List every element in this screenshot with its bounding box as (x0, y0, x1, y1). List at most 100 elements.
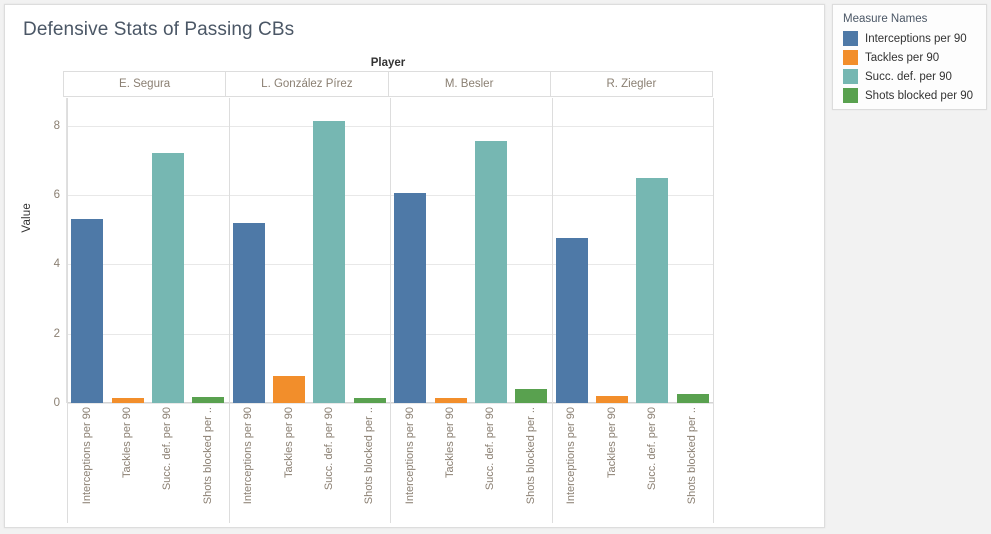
x-axis-label-text: Succ. def. per 90 (161, 407, 174, 491)
x-axis-label[interactable]: Succ. def. per 90 (309, 404, 349, 524)
y-axis-tick-label: 0 (53, 397, 60, 409)
x-axis-label[interactable]: Shots blocked per .. (673, 404, 713, 524)
x-axis-label-text: Shots blocked per .. (524, 407, 537, 505)
x-axis-label-text: Tackles per 90 (444, 407, 457, 478)
x-axis-label[interactable]: Interceptions per 90 (552, 404, 592, 524)
panel-header-label: M. Besler (444, 78, 494, 90)
bar-mark[interactable] (111, 398, 144, 403)
x-axis-label[interactable]: Tackles per 90 (430, 404, 470, 524)
bar-mark[interactable] (596, 396, 629, 403)
bar-mark[interactable] (515, 389, 548, 403)
bar-panel-1 (67, 98, 229, 403)
panel-header-2[interactable]: L. González Pírez (226, 72, 389, 96)
x-axis-label[interactable]: Tackles per 90 (107, 404, 147, 524)
legend-card: Measure Names Interceptions per 90 Tackle… (832, 4, 987, 110)
x-axis-label-text: Tackles per 90 (605, 407, 618, 478)
x-axis-label-text: Interceptions per 90 (80, 407, 93, 505)
x-label-panel-separator (713, 404, 714, 522)
legend-item-1[interactable]: Interceptions per 90 (843, 29, 976, 48)
x-axis-label[interactable]: Shots blocked per .. (511, 404, 551, 524)
bar-slot (592, 98, 632, 403)
bar-mark[interactable] (474, 141, 507, 403)
panel-header-1[interactable]: E. Segura (64, 72, 227, 96)
bar-slot (430, 98, 470, 403)
legend-item-label: Succ. def. per 90 (865, 70, 952, 83)
panel-header-3[interactable]: M. Besler (389, 72, 551, 96)
bar-mark[interactable] (151, 153, 184, 403)
x-label-panel-2: Interceptions per 90 Tackles per 90 Succ. … (229, 404, 391, 524)
bar-mark[interactable] (394, 192, 427, 403)
x-axis-label-text: Interceptions per 90 (565, 407, 578, 505)
panel-header-label: L. González Pírez (261, 78, 353, 90)
bar-slot (471, 98, 511, 403)
y-axis-tick-label: 4 (53, 258, 60, 271)
y-axis-tick-label: 6 (53, 189, 60, 202)
y-axis-tick-label: 2 (53, 327, 60, 340)
x-axis-label-text: Shots blocked per .. (363, 407, 376, 505)
x-axis-label-text: Shots blocked per .. (686, 407, 699, 505)
bar-slot (309, 98, 349, 403)
x-axis-label[interactable]: Interceptions per 90 (67, 404, 107, 524)
bar-mark[interactable] (232, 222, 265, 403)
x-label-panel-3: Interceptions per 90 Tackles per 90 Succ. … (390, 404, 552, 524)
x-axis-label-text: Shots blocked per .. (201, 407, 214, 505)
x-axis-label-text: Succ. def. per 90 (484, 407, 497, 491)
x-axis-label[interactable]: Tackles per 90 (269, 404, 309, 524)
legend-item-label: Shots blocked per 90 (865, 89, 974, 102)
x-label-panel-separator (552, 404, 553, 522)
x-label-panel-1: Interceptions per 90 Tackles per 90 Succ. … (67, 404, 229, 524)
bar-mark[interactable] (273, 375, 306, 403)
x-label-panel-separator (229, 404, 230, 522)
bar-mark[interactable] (313, 120, 346, 403)
x-axis-label[interactable]: Interceptions per 90 (390, 404, 430, 524)
bar-slot (188, 98, 228, 403)
y-axis-title: Value (21, 203, 33, 233)
bar-mark[interactable] (434, 397, 467, 403)
legend-item-4[interactable]: Shots blocked per 90 (843, 86, 976, 105)
legend-items-group: Interceptions per 90 Tackles per 90 Succ. … (843, 29, 976, 105)
bar-mark[interactable] (192, 396, 225, 403)
x-axis-label-text: Tackles per 90 (121, 407, 134, 478)
x-axis-label[interactable]: Succ. def. per 90 (632, 404, 672, 524)
x-axis-label[interactable]: Succ. def. per 90 (471, 404, 511, 524)
bar-panel-4 (552, 98, 714, 403)
x-axis-labels-group: Interceptions per 90 Tackles per 90 Succ. … (67, 404, 714, 524)
legend-item-2[interactable]: Tackles per 90 (843, 48, 976, 67)
bar-slot (350, 98, 390, 403)
bar-mark[interactable] (555, 237, 588, 403)
x-axis-label[interactable]: Tackles per 90 (592, 404, 632, 524)
legend-color-swatch[interactable] (843, 88, 858, 103)
legend-color-swatch[interactable] (843, 50, 858, 65)
panel-header-4[interactable]: R. Ziegler (551, 72, 712, 96)
legend-color-swatch[interactable] (843, 69, 858, 84)
bar-slot (148, 98, 188, 403)
panel-header-label: E. Segura (119, 78, 171, 90)
y-axis-tick-label: 8 (53, 119, 60, 132)
panel-header-row: E. Segura L. González Pírez M. Besler R. Zi… (63, 71, 713, 97)
x-axis-label[interactable]: Shots blocked per .. (350, 404, 390, 524)
bar-mark[interactable] (676, 393, 709, 403)
bar-slot (511, 98, 551, 403)
x-axis-label-text: Succ. def. per 90 (645, 407, 658, 491)
x-label-panel-4: Interceptions per 90 Tackles per 90 Succ. … (552, 404, 714, 524)
screenshot-root: Defensive Stats of Passing CBs Player E.… (0, 0, 991, 534)
bar-slot (107, 98, 147, 403)
bar-mark[interactable] (353, 398, 386, 403)
bar-mark[interactable] (71, 219, 104, 403)
x-label-panel-separator (390, 404, 391, 522)
legend-item-label: Interceptions per 90 (865, 32, 967, 45)
x-axis-label[interactable]: Succ. def. per 90 (148, 404, 188, 524)
bar-slot (552, 98, 592, 403)
bar-slot (390, 98, 430, 403)
bar-slot (673, 98, 713, 403)
x-label-panel-separator (67, 404, 68, 522)
x-axis-label[interactable]: Shots blocked per .. (188, 404, 228, 524)
legend-color-swatch[interactable] (843, 31, 858, 46)
x-axis-label-text: Interceptions per 90 (403, 407, 416, 505)
x-axis-label[interactable]: Interceptions per 90 (229, 404, 269, 524)
bar-mark[interactable] (636, 177, 669, 403)
visualization-card: Defensive Stats of Passing CBs Player E.… (4, 4, 825, 528)
legend-item-3[interactable]: Succ. def. per 90 (843, 67, 976, 86)
bar-panel-2 (229, 98, 391, 403)
bar-panel-3 (390, 98, 552, 403)
